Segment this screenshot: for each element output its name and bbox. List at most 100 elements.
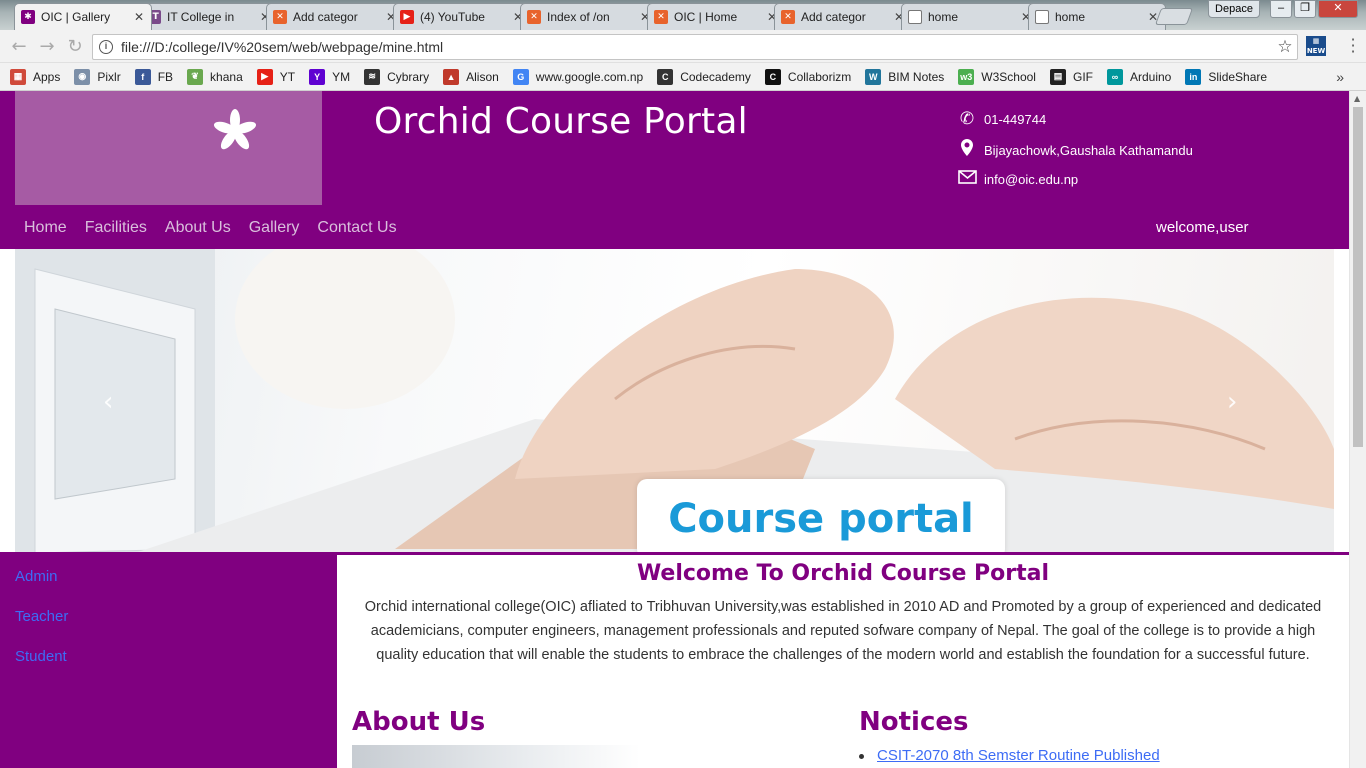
notice-link[interactable]: CSIT-2070 8th Semster Routine Published xyxy=(859,747,1160,764)
facebook-icon: f xyxy=(134,68,151,85)
yahoo-icon: Y xyxy=(309,68,326,85)
address-text: Bijayachowk,Gaushala Kathamandu xyxy=(984,142,1193,158)
scroll-up-icon[interactable]: ▲ xyxy=(1354,94,1360,103)
google-icon: G xyxy=(512,68,529,85)
bookmark-w3school[interactable]: w3 W3School xyxy=(958,68,1036,85)
nav-home[interactable]: Home xyxy=(24,219,67,237)
bookmark-label: FB xyxy=(157,69,174,84)
site-header: Orchid Course Portal ✆ 01-449744 Bijayac… xyxy=(0,91,1349,249)
nav-gallery[interactable]: Gallery xyxy=(249,219,300,237)
logo[interactable] xyxy=(15,91,322,205)
contact-email: info@oic.edu.np xyxy=(957,169,1078,189)
nav-about-us[interactable]: About Us xyxy=(165,219,231,237)
forward-icon[interactable]: → xyxy=(36,36,58,58)
window-close-button[interactable]: ✕ xyxy=(1318,0,1358,18)
bookmark-label: Alison xyxy=(466,69,499,84)
menu-kebab-icon[interactable]: · · · xyxy=(1346,32,1360,60)
page-scrollbar[interactable]: ▲ xyxy=(1349,91,1366,768)
address-bar[interactable]: i file:///D:/college/IV%20sem/web/webpag… xyxy=(92,34,1298,60)
extension-new-icon[interactable]: ▦ NEW xyxy=(1306,36,1326,56)
bookmark-pixlr[interactable]: ◉ Pixlr xyxy=(74,68,121,85)
bookmark-alison[interactable]: ▲ Alison xyxy=(443,68,499,85)
orchid-flower-icon xyxy=(213,109,257,150)
bookmark-collaborizm[interactable]: C Collaborizm xyxy=(764,68,852,85)
bookmark-slideshare[interactable]: in SlideShare xyxy=(1185,68,1268,85)
close-icon[interactable]: ✕ xyxy=(133,10,145,24)
sidebar-item-student[interactable]: Student xyxy=(15,648,67,665)
welcome-user: welcome,user xyxy=(1156,219,1249,236)
email-text: info@oic.edu.np xyxy=(984,171,1079,187)
minimize-button[interactable]: – xyxy=(1270,0,1292,18)
tab-it-college[interactable]: IT IT College in ✕ xyxy=(140,3,278,30)
carousel-next-icon[interactable]: › xyxy=(1227,387,1237,417)
bookmark-khana[interactable]: ❦ khana xyxy=(187,68,243,85)
tab-add-category-2[interactable]: ✕ Add categor ✕ xyxy=(774,3,912,30)
bookmark-gif[interactable]: ▤ GIF xyxy=(1049,68,1093,85)
xampp-icon: ✕ xyxy=(654,10,668,24)
welcome-heading: Welcome To Orchid Course Portal xyxy=(636,561,1050,586)
xampp-icon: ✕ xyxy=(273,10,287,24)
main-content: Welcome To Orchid Course Portal Orchid i… xyxy=(337,555,1349,768)
site-title: Orchid Course Portal xyxy=(374,101,748,142)
window-user-label: Depace xyxy=(1208,0,1260,18)
leaf-icon: ❦ xyxy=(187,68,204,85)
bookmark-label: W3School xyxy=(981,69,1036,84)
bookmark-www-google-com-np[interactable]: Gwww.google.com.np xyxy=(512,68,643,85)
bookmark-bim-notes[interactable]: W BIM Notes xyxy=(865,68,945,85)
collaborizm-icon: C xyxy=(764,68,781,85)
tab-index-of[interactable]: ✕ Index of /on ✕ xyxy=(520,3,658,30)
bookmark-label: BIM Notes xyxy=(888,69,945,84)
tab-oic-home[interactable]: ✕ OIC | Home ✕ xyxy=(647,3,785,30)
bookmark-ym[interactable]: Y YM xyxy=(309,68,351,85)
bookmark-arduino[interactable]: ∞ Arduino xyxy=(1106,68,1171,85)
xampp-icon: ✕ xyxy=(781,10,795,24)
bookmark-cybrary[interactable]: ≋ Cybrary xyxy=(364,68,430,85)
bookmark-fb[interactable]: f FB xyxy=(134,68,174,85)
new-tab-button[interactable] xyxy=(1154,8,1194,25)
tab-home-1[interactable]: home ✕ xyxy=(901,3,1039,30)
bookmark-apps[interactable]: ▦ Apps xyxy=(10,68,61,85)
map-marker-icon xyxy=(957,139,977,161)
info-icon[interactable]: i xyxy=(99,40,113,54)
nav-facilities[interactable]: Facilities xyxy=(85,219,147,237)
bookmarks-overflow-icon[interactable]: » xyxy=(1336,69,1344,85)
tab-home-2[interactable]: home ✕ xyxy=(1028,3,1166,30)
main-nav: Home Facilities About Us Gallery Contact… xyxy=(24,219,415,237)
nav-contact-us[interactable]: Contact Us xyxy=(317,219,396,237)
bookmark-label: YM xyxy=(332,69,351,84)
cybrary-icon: ≋ xyxy=(364,68,381,85)
sidebar: Admin Teacher Student xyxy=(0,554,337,768)
tab-oic-gallery[interactable]: ✱ OIC | Gallery ✕ xyxy=(14,3,152,30)
url-text[interactable]: file:///D:/college/IV%20sem/web/webpage/… xyxy=(121,39,1273,55)
bookmark-codecademy[interactable]: C Codecademy xyxy=(657,68,751,85)
page-viewport: Orchid Course Portal ✆ 01-449744 Bijayac… xyxy=(0,91,1349,768)
restore-button[interactable]: ❐ xyxy=(1294,0,1316,18)
phone-number: 01-449744 xyxy=(984,111,1047,127)
bookmark-label: Cybrary xyxy=(387,69,430,84)
bookmark-label: Apps xyxy=(33,69,61,84)
reload-icon[interactable]: ↻ xyxy=(64,36,86,58)
bookmark-label: SlideShare xyxy=(1208,69,1268,84)
browser-toolbar: ← → ↻ i file:///D:/college/IV%20sem/web/… xyxy=(0,30,1366,63)
page-icon xyxy=(908,10,922,24)
carousel-prev-icon[interactable]: ‹ xyxy=(103,387,113,417)
bookmark-star-icon[interactable]: ☆ xyxy=(1273,37,1297,57)
wordpress-icon: W xyxy=(865,68,882,85)
back-icon[interactable]: ← xyxy=(8,36,30,58)
sidebar-item-teacher[interactable]: Teacher xyxy=(15,608,68,625)
bookmark-label: YT xyxy=(279,69,296,84)
tab-add-category-1[interactable]: ✕ Add categor ✕ xyxy=(266,3,404,30)
bookmark-yt[interactable]: ▶ YT xyxy=(256,68,296,85)
tab-youtube[interactable]: ▶ (4) YouTube ✕ xyxy=(393,3,531,30)
scroll-thumb[interactable] xyxy=(1353,107,1363,447)
bookmark-label: Pixlr xyxy=(97,69,121,84)
contact-phone: ✆ 01-449744 xyxy=(957,109,1046,129)
contact-address: Bijayachowk,Gaushala Kathamandu xyxy=(957,139,1193,161)
about-heading: About Us xyxy=(352,707,486,737)
bookmark-label: Collaborizm xyxy=(787,69,852,84)
tab-strip: ✱ OIC | Gallery ✕ IT IT College in ✕ ✕ A… xyxy=(0,0,1366,30)
envelope-icon xyxy=(957,169,977,189)
purple-flower-icon: ✱ xyxy=(21,10,35,24)
sidebar-item-admin[interactable]: Admin xyxy=(15,568,58,585)
youtube-icon: ▶ xyxy=(256,68,273,85)
